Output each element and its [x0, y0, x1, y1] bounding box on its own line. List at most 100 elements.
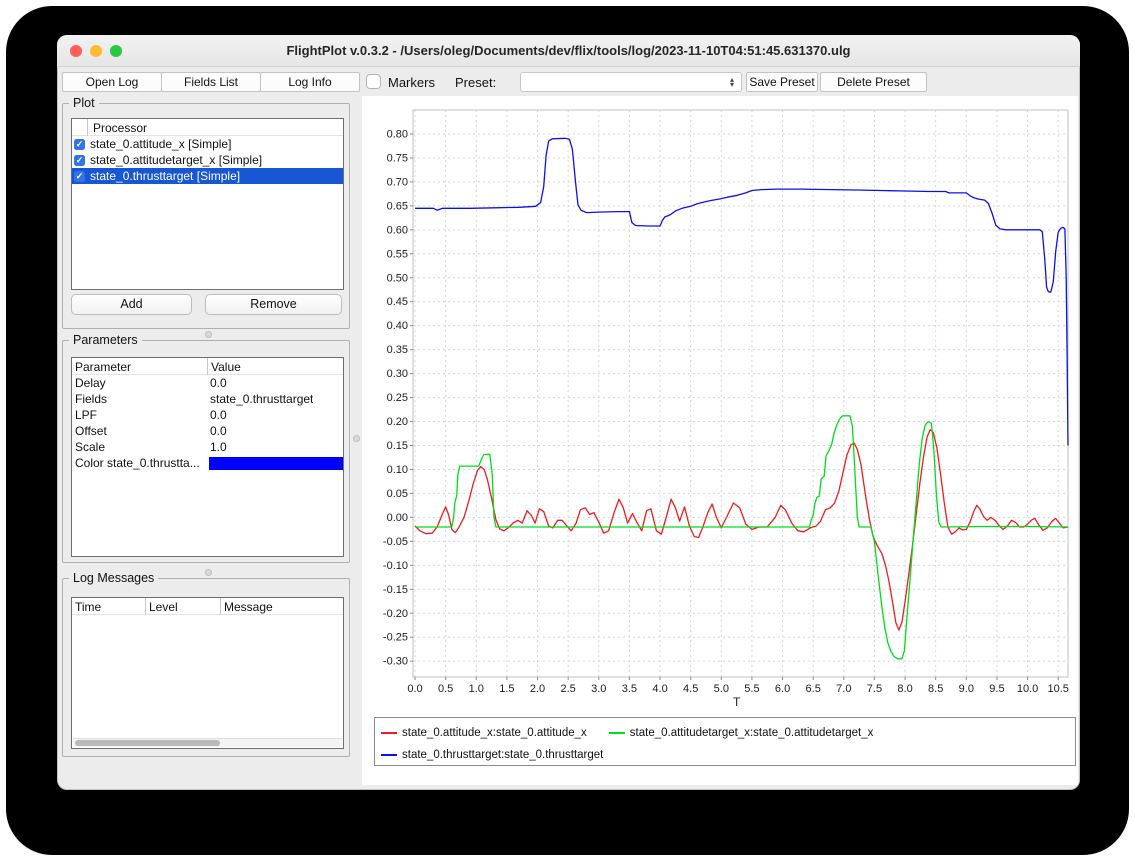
x-tick-label: 5.5: [744, 683, 759, 695]
processor-list-item[interactable]: ✓state_0.attitudetarget_x [Simple]: [72, 152, 343, 168]
x-tick-label: 3.5: [622, 683, 637, 695]
y-tick-label: 0.25: [387, 392, 408, 404]
plot-panel: Plot Processor ✓state_0.attitude_x [Simp…: [62, 103, 350, 329]
log-messages-table[interactable]: Time Level Message: [71, 597, 344, 749]
item-checkbox[interactable]: ✓: [74, 155, 85, 166]
log-info-button[interactable]: Log Info: [260, 72, 360, 92]
y-tick-label: -0.30: [383, 656, 408, 668]
parameter-row[interactable]: Offset0.0: [72, 423, 343, 439]
legend-swatch-icon: [381, 732, 397, 734]
processor-list-item[interactable]: ✓state_0.attitude_x [Simple]: [72, 136, 343, 152]
y-tick-label: 0.50: [387, 272, 408, 284]
zoom-window-button[interactable]: [110, 45, 122, 57]
parameters-table-header: Parameter Value: [72, 358, 343, 375]
x-tick-label: 10.5: [1047, 683, 1068, 695]
y-tick-label: 0.70: [387, 176, 408, 188]
x-tick-label: 4.5: [683, 683, 698, 695]
preset-combobox[interactable]: ▴▾: [520, 72, 742, 92]
horizontal-scrollbar[interactable]: [73, 738, 342, 747]
log-messages-panel-title: Log Messages: [69, 571, 158, 585]
processor-list-item[interactable]: ✓state_0.thrusttarget [Simple]: [72, 168, 343, 184]
x-tick-label: 2.5: [561, 683, 576, 695]
legend-item: state_0.thrusttarget:state_0.thrusttarge…: [381, 749, 603, 761]
parameter-row[interactable]: Delay0.0: [72, 375, 343, 391]
y-tick-label: 0.45: [387, 296, 408, 308]
markers-label: Markers: [388, 75, 435, 90]
parameters-panel: Parameters Parameter Value Delay0.0Field…: [62, 340, 350, 563]
x-tick-label: 1.5: [499, 683, 514, 695]
x-tick-label: 1.0: [469, 683, 484, 695]
x-tick-label: 9.5: [989, 683, 1004, 695]
y-tick-label: 0.15: [387, 440, 408, 452]
y-tick-label: -0.25: [383, 632, 408, 644]
fields-list-button[interactable]: Fields List: [161, 72, 261, 92]
time-column-header: Time: [75, 600, 101, 614]
chart-panel: 0.00.51.01.52.02.53.03.54.04.55.05.56.06…: [362, 96, 1078, 785]
splitter-handle-top[interactable]: [205, 331, 212, 338]
y-tick-label: 0.35: [387, 344, 408, 356]
minimize-window-button[interactable]: [90, 45, 102, 57]
y-tick-label: 0.60: [387, 224, 408, 236]
splitter-handle-vertical[interactable]: [353, 435, 360, 442]
value-column-header: Value: [211, 360, 241, 374]
parameters-panel-title: Parameters: [69, 333, 142, 347]
delete-preset-button[interactable]: Delete Preset: [820, 72, 927, 92]
parameter-name: Scale: [72, 440, 207, 454]
markers-checkbox[interactable]: [366, 74, 381, 89]
parameters-table[interactable]: Parameter Value Delay0.0Fieldsstate_0.th…: [71, 357, 344, 557]
item-checkbox[interactable]: ✓: [74, 171, 85, 182]
legend-label: state_0.attitudetarget_x:state_0.attitud…: [630, 727, 874, 739]
window-title: FlightPlot v.0.3.2 - /Users/oleg/Documen…: [57, 35, 1080, 67]
x-tick-label: 4.0: [652, 683, 667, 695]
y-tick-label: 0.75: [387, 152, 408, 164]
parameter-value[interactable]: 1.0: [207, 440, 227, 454]
message-column-header: Message: [224, 600, 273, 614]
x-tick-label: 3.0: [591, 683, 606, 695]
x-tick-label: 0.0: [407, 683, 422, 695]
parameter-value[interactable]: 0.0: [207, 408, 227, 422]
parameter-row[interactable]: Scale1.0: [72, 439, 343, 455]
y-tick-label: 0.80: [387, 128, 408, 140]
parameter-row[interactable]: Fieldsstate_0.thrusttarget: [72, 391, 343, 407]
parameter-value[interactable]: state_0.thrusttarget: [207, 392, 313, 406]
parameter-name: Fields: [72, 392, 207, 406]
y-tick-label: -0.15: [383, 584, 408, 596]
title-bar[interactable]: FlightPlot v.0.3.2 - /Users/oleg/Documen…: [57, 35, 1080, 67]
add-button[interactable]: Add: [71, 294, 192, 315]
parameter-value[interactable]: 0.0: [207, 376, 227, 390]
close-window-button[interactable]: [70, 45, 82, 57]
x-tick-label: 2.0: [530, 683, 545, 695]
x-tick-label: 7.5: [867, 683, 882, 695]
parameter-row[interactable]: LPF0.0: [72, 407, 343, 423]
legend-item: state_0.attitude_x:state_0.attitude_x: [381, 727, 587, 739]
x-tick-label: 9.0: [959, 683, 974, 695]
legend-item: state_0.attitudetarget_x:state_0.attitud…: [609, 727, 874, 739]
y-tick-label: -0.20: [383, 608, 408, 620]
chart-plot[interactable]: 0.00.51.01.52.02.53.03.54.04.55.05.56.06…: [362, 96, 1078, 785]
combobox-stepper-icon[interactable]: ▴▾: [726, 74, 738, 90]
x-tick-label: 10.0: [1017, 683, 1038, 695]
horizontal-scrollbar-thumb[interactable]: [75, 740, 220, 746]
chart-legend: state_0.attitude_x:state_0.attitude_xsta…: [374, 717, 1076, 766]
color-swatch[interactable]: [209, 457, 343, 470]
y-tick-label: -0.05: [383, 536, 408, 548]
legend-swatch-icon: [381, 754, 397, 756]
item-label: state_0.attitudetarget_x [Simple]: [87, 153, 262, 167]
save-preset-button[interactable]: Save Preset: [746, 72, 818, 92]
level-column-header: Level: [149, 600, 178, 614]
item-checkbox[interactable]: ✓: [74, 139, 85, 150]
y-tick-label: 0.05: [387, 488, 408, 500]
x-tick-label: 0.5: [438, 683, 453, 695]
processor-list[interactable]: Processor ✓state_0.attitude_x [Simple]✓s…: [71, 118, 344, 290]
y-tick-label: -0.10: [383, 560, 408, 572]
splitter-handle-bottom[interactable]: [205, 569, 212, 576]
parameter-name: Color state_0.thrustta...: [72, 456, 207, 470]
parameter-value[interactable]: 0.0: [207, 424, 227, 438]
open-log-button[interactable]: Open Log: [62, 72, 162, 92]
item-label: state_0.attitude_x [Simple]: [87, 137, 231, 151]
preset-label: Preset:: [455, 75, 496, 90]
parameter-color-row[interactable]: Color state_0.thrustta...: [72, 455, 343, 471]
y-tick-label: 0.65: [387, 200, 408, 212]
remove-button[interactable]: Remove: [205, 294, 342, 315]
parameter-name: Offset: [72, 424, 207, 438]
